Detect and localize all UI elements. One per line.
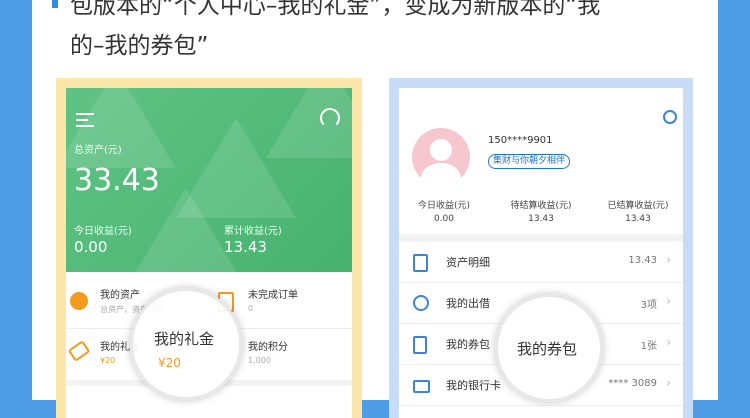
earning-settled: 已结算收益(元) 13.43 [607,201,669,224]
magnifier-coupons: 我的券包 [495,294,603,402]
magnifier-gift: 我的礼金 ¥20 [130,288,242,400]
today-value: 0.00 [74,238,108,256]
grid-item-title: 未完成订单 [248,290,298,301]
new-version-screen: 150****9901 集财与你朝夕相伴 今日收益(元) 0.00 待结算收益(元… [399,88,683,418]
grid-item-title: 我的积分 [248,342,288,353]
chevron-right-icon: › [666,253,671,267]
row-value: **** 3089 [608,378,657,389]
grid-item-sub: 0 [248,304,254,313]
grid-item-sub: ¥20 [100,356,116,365]
slogan-tag: 集财与你朝夕相伴 [488,154,571,169]
old-version-frame: 总资产(元) 33.43 今日收益(元) 0.00 累计收益(元) 13.43 … [56,78,362,418]
row-label: 我的出借 [446,297,490,310]
coupon-icon [413,336,427,354]
grid-item-title: 我的资产 [100,290,140,301]
magnifier-title: 我的礼金 [154,330,215,348]
magnifier-title: 我的券包 [517,340,578,358]
document-icon [413,254,428,272]
today-label: 今日收益(元) [74,226,132,237]
row-value: 13.43 [628,255,657,266]
row-label: 我的券包 [446,338,490,351]
chevron-right-icon: › [666,294,671,308]
accent-bar [52,0,58,8]
cum-label: 累计收益(元) [224,226,282,237]
row-value: 1张 [640,341,657,352]
new-version-frame: 150****9901 集财与你朝夕相伴 今日收益(元) 0.00 待结算收益(元… [389,78,693,418]
grid-item-sub: 1,000 [248,356,271,365]
card-icon [413,380,430,393]
caption-line-1: 包版本的“个人中心–我的礼金”，变成为新版本的“我 [70,0,601,19]
total-label: 总资产(元) [74,145,122,156]
caption-line-2: 的–我的券包” [70,33,209,59]
menu-icon[interactable] [76,113,94,131]
ticket-icon [67,340,91,362]
earning-today: 今日收益(元) 0.00 [417,201,471,224]
caption: 包版本的“个人中心–我的礼金”，变成为新版本的“我 的–我的券包” [70,0,600,66]
chevron-right-icon: › [666,335,671,349]
asset-header: 总资产(元) 33.43 今日收益(元) 0.00 累计收益(元) 13.43 [66,88,352,288]
headset-icon[interactable] [320,108,340,128]
magnifier-value: ¥20 [158,356,181,370]
old-version-screen: 总资产(元) 33.43 今日收益(元) 0.00 累计收益(元) 13.43 … [66,88,352,418]
row-label: 我的银行卡 [446,379,501,392]
total-value: 33.43 [74,163,160,198]
row-value: 3项 [640,300,657,311]
avatar[interactable] [412,128,470,186]
coin-icon [70,292,88,310]
chevron-right-icon: › [666,376,671,390]
section-gap [399,234,683,242]
row-label: 资产明细 [446,256,490,269]
earning-pending: 待结算收益(元) 13.43 [510,201,572,224]
row-asset-detail[interactable]: 资产明细 13.43 › [399,242,683,283]
pie-icon [413,295,429,311]
gear-icon[interactable] [663,110,677,124]
cum-value: 13.43 [224,238,267,256]
phone-number: 150****9901 [488,135,553,146]
